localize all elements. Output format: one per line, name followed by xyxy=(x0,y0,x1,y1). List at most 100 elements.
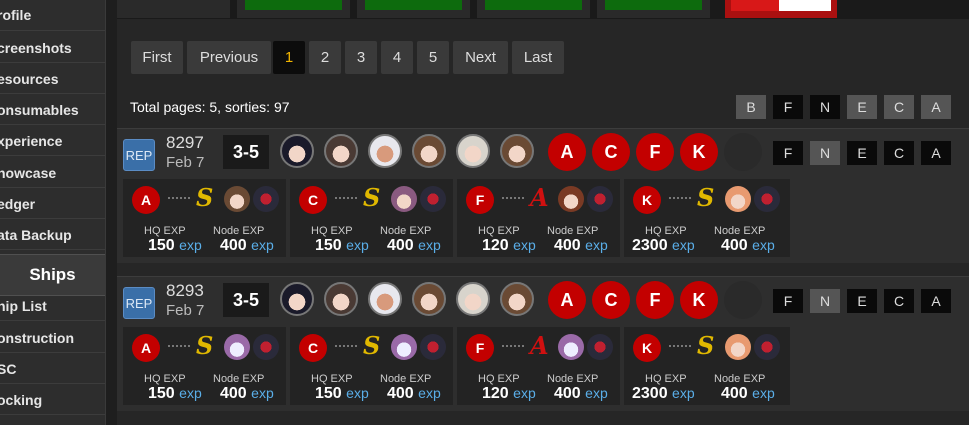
replay-button[interactable]: REP xyxy=(123,139,155,171)
page-next-button[interactable]: Next xyxy=(453,41,508,74)
sidebar-item-data-backup[interactable]: ata Backup xyxy=(0,220,105,250)
battle-node: K xyxy=(633,186,661,214)
sidebar-item-consumables[interactable]: onsumables xyxy=(0,95,105,125)
battle-card: C S HQ EXP Node EXP 150 exp 400 exp xyxy=(290,327,453,405)
node-exp-label: Node EXP xyxy=(213,373,265,385)
filter-c[interactable]: C xyxy=(884,95,914,119)
sidebar-item-resources[interactable]: esources xyxy=(0,64,105,94)
page-1-button[interactable]: 1 xyxy=(273,41,305,74)
battle-rank: A xyxy=(530,331,549,360)
dotted-separator xyxy=(502,345,524,347)
page-last-button[interactable]: Last xyxy=(512,41,564,74)
hq-exp-value: 2300 exp xyxy=(632,237,695,254)
battle-card: A S HQ EXP Node EXP 150 exp 400 exp xyxy=(123,327,286,405)
battle-card: F A HQ EXP Node EXP 120 exp 400 exp xyxy=(457,179,620,257)
page-first-button[interactable]: First xyxy=(131,41,183,74)
route-node: K xyxy=(680,281,718,319)
mvp-ship-icon xyxy=(391,186,417,212)
route-node: A xyxy=(548,281,586,319)
hq-exp-value: 150 exp xyxy=(315,237,369,254)
enemy-flagship-icon xyxy=(587,186,613,212)
sidebar-item-showcase[interactable]: howcase xyxy=(0,158,105,188)
hq-exp-label: HQ EXP xyxy=(478,373,520,385)
map-label: 3-5 xyxy=(223,135,269,169)
page-4-button[interactable]: 4 xyxy=(381,41,413,74)
route-node: F xyxy=(636,281,674,319)
row-filter-e[interactable]: E xyxy=(847,141,877,165)
dotted-separator xyxy=(168,197,190,199)
ship-avatar-icon xyxy=(368,134,402,168)
route-node-empty xyxy=(724,281,762,319)
enemy-flagship-icon xyxy=(253,334,279,360)
battle-node: C xyxy=(299,186,327,214)
hq-exp-label: HQ EXP xyxy=(311,225,353,237)
filter-f[interactable]: F xyxy=(773,95,803,119)
battle-rank: A xyxy=(530,183,549,212)
node-exp-value: 400 exp xyxy=(721,237,775,254)
hq-exp-value: 150 exp xyxy=(148,237,202,254)
sidebar-item-experience[interactable]: xperience xyxy=(0,126,105,156)
hq-exp-label: HQ EXP xyxy=(478,225,520,237)
sidebar-item-screenshots[interactable]: creenshots xyxy=(0,33,105,63)
sidebar-item-construction[interactable]: onstruction xyxy=(0,323,105,353)
row-filter-a[interactable]: A xyxy=(921,141,951,165)
node-exp-label: Node EXP xyxy=(380,373,432,385)
battle-rank: S xyxy=(196,183,214,212)
route-node: K xyxy=(680,133,718,171)
sidebar: rofile creenshots esources onsumables xp… xyxy=(0,0,106,425)
row-filter-n[interactable]: N xyxy=(810,289,840,313)
sidebar-item-profile[interactable]: rofile xyxy=(0,0,105,31)
page-3-button[interactable]: 3 xyxy=(345,41,377,74)
top-box-red xyxy=(725,0,837,18)
battle-rank: S xyxy=(196,331,214,360)
page-5-button[interactable]: 5 xyxy=(417,41,449,74)
replay-button[interactable]: REP xyxy=(123,287,155,319)
battle-node: F xyxy=(466,334,494,362)
page-2-button[interactable]: 2 xyxy=(309,41,341,74)
hq-exp-label: HQ EXP xyxy=(645,225,687,237)
mvp-ship-icon xyxy=(391,334,417,360)
ship-avatar-icon xyxy=(412,282,446,316)
row-filter-c[interactable]: C xyxy=(884,289,914,313)
ship-avatar-icon xyxy=(280,282,314,316)
node-exp-value: 400 exp xyxy=(220,237,274,254)
battle-card: F A HQ EXP Node EXP 120 exp 400 exp xyxy=(457,327,620,405)
row-filter-a[interactable]: A xyxy=(921,289,951,313)
filter-n[interactable]: N xyxy=(810,95,840,119)
row-filter-e[interactable]: E xyxy=(847,289,877,313)
sidebar-item-ship-list[interactable]: hip List xyxy=(0,291,105,321)
node-exp-value: 400 exp xyxy=(387,385,441,402)
page-previous-button[interactable]: Previous xyxy=(187,41,271,74)
battle-rank: S xyxy=(697,183,715,212)
sortie-row: REP 8297 Feb 7 3-5 A C F K F N E C A A S… xyxy=(117,128,969,263)
dotted-separator xyxy=(168,345,190,347)
sidebar-item-docking[interactable]: ocking xyxy=(0,385,105,415)
row-filter-f[interactable]: F xyxy=(773,141,803,165)
battle-card: C S HQ EXP Node EXP 150 exp 400 exp xyxy=(290,179,453,257)
ship-avatar-icon xyxy=(412,134,446,168)
dotted-separator xyxy=(669,197,691,199)
ship-avatar-icon xyxy=(324,134,358,168)
row-filter-c[interactable]: C xyxy=(884,141,914,165)
top-box xyxy=(237,0,350,18)
enemy-flagship-icon xyxy=(253,186,279,212)
hq-exp-value: 150 exp xyxy=(315,385,369,402)
enemy-flagship-icon xyxy=(754,334,780,360)
battle-rank: S xyxy=(363,331,381,360)
enemy-flagship-icon xyxy=(587,334,613,360)
battle-node: A xyxy=(132,186,160,214)
ship-avatar-icon xyxy=(456,282,490,316)
row-filter-f[interactable]: F xyxy=(773,289,803,313)
filter-b[interactable]: B xyxy=(736,95,766,119)
node-exp-value: 400 exp xyxy=(387,237,441,254)
battle-card: A S HQ EXP Node EXP 150 exp 400 exp xyxy=(123,179,286,257)
mvp-ship-icon xyxy=(558,186,584,212)
row-filter-n[interactable]: N xyxy=(810,141,840,165)
sidebar-item-ledger[interactable]: edger xyxy=(0,189,105,219)
filter-e[interactable]: E xyxy=(847,95,877,119)
top-box xyxy=(477,0,590,18)
enemy-flagship-icon xyxy=(420,186,446,212)
route-node: C xyxy=(592,133,630,171)
filter-a[interactable]: A xyxy=(921,95,951,119)
sidebar-item-lsc[interactable]: SC xyxy=(0,354,105,384)
